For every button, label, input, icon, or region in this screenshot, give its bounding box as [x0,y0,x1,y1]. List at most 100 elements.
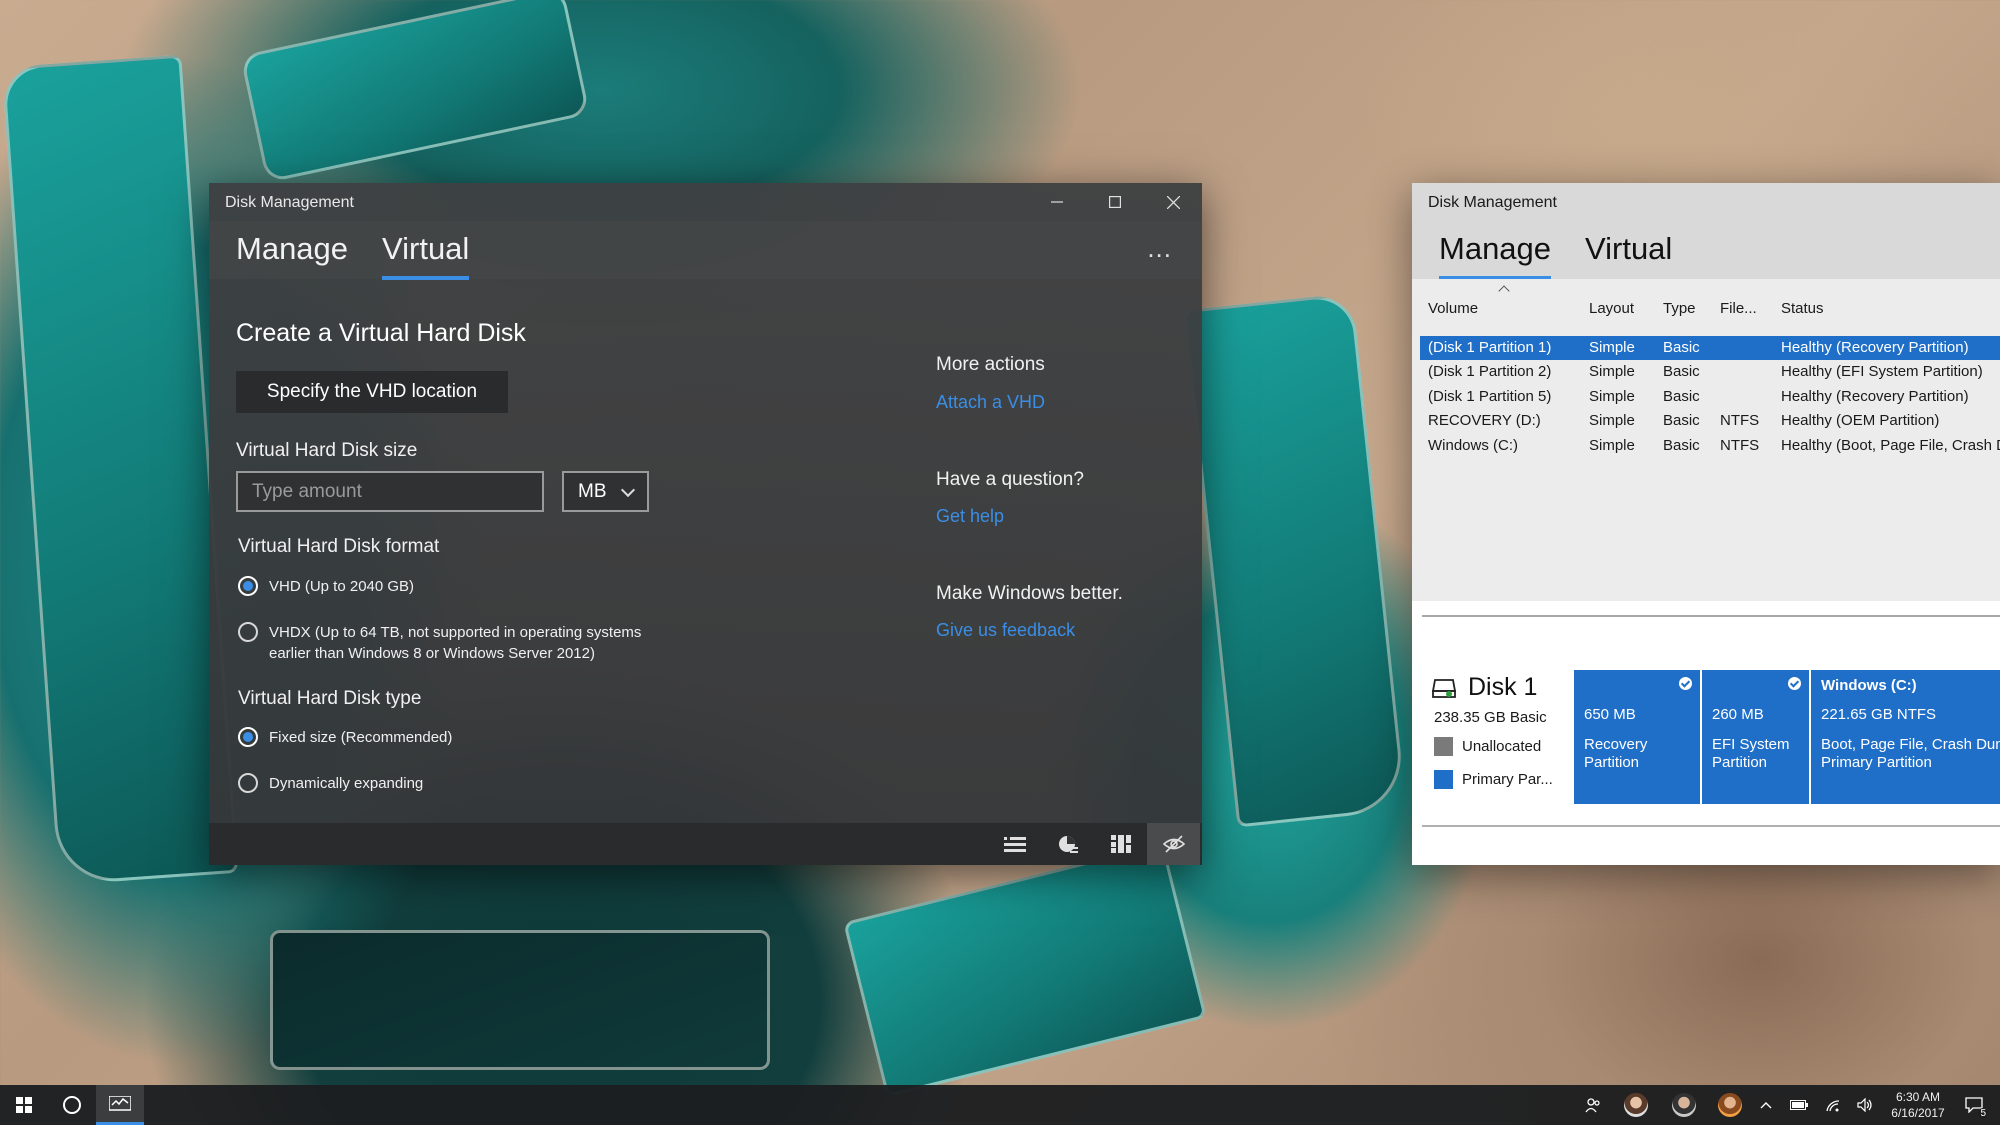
people-button[interactable] [1578,1085,1608,1125]
tab-virtual[interactable]: Virtual [382,231,470,280]
contact-avatar-button[interactable] [1668,1085,1700,1125]
partition-block-recovery[interactable]: 650 MB Recovery Partition [1574,670,1700,804]
table-row[interactable]: (Disk 1 Partition 2) Simple Basic Health… [1420,360,2000,384]
pie-chart-view-button[interactable] [1041,823,1094,865]
cell-layout: Simple [1589,339,1635,356]
notification-count-badge: 5 [1978,1108,1988,1119]
partition-desc: Recovery Partition [1584,736,1647,772]
contact-avatar-button[interactable] [1620,1085,1652,1125]
tab-virtual[interactable]: Virtual [1585,231,1672,267]
partition-desc-line1: EFI System [1712,736,1790,753]
cell-volume: RECOVERY (D:) [1428,412,1541,429]
give-feedback-link[interactable]: Give us feedback [936,620,1075,641]
chevron-up-icon [1760,1102,1772,1109]
attach-vhd-link[interactable]: Attach a VHD [936,392,1045,413]
hide-button[interactable] [1147,823,1200,865]
more-options-button[interactable]: ... [1147,233,1172,264]
column-header-layout[interactable]: Layout [1589,300,1634,317]
size-unit-dropdown[interactable]: MB [562,471,649,512]
column-header-volume[interactable]: Volume [1428,300,1478,317]
close-button[interactable] [1144,183,1202,221]
landscape-pond [843,842,1207,1098]
partition-desc-line1: Recovery [1584,736,1648,753]
radio-button-selected[interactable] [238,727,258,747]
speaker-icon [1857,1098,1872,1112]
battery-button[interactable] [1786,1085,1812,1125]
radio-button[interactable] [238,773,258,793]
disk-map: Disk 1 238.35 GB Basic Unallocated Prima… [1412,657,2000,865]
column-header-type[interactable]: Type [1663,300,1696,317]
partition-desc-line2: Partition [1712,754,1768,771]
disk-management-window-dark: Disk Management Manage Virtual ... Creat… [209,183,1202,865]
feedback-heading: Make Windows better. [936,583,1123,604]
landscape-pond [1,54,239,886]
tab-manage[interactable]: Manage [236,231,348,267]
list-view-button[interactable] [988,823,1041,865]
radio-button-selected[interactable] [238,576,258,596]
grid-view-icon [1110,835,1131,853]
option-label: VHDX (Up to 64 TB, not supported in oper… [269,622,641,664]
cell-status: Healthy (Recovery Partition) [1781,339,1969,356]
minimize-button[interactable] [1028,183,1086,221]
legend-label: Primary Par... [1462,771,1553,788]
wifi-icon [1826,1100,1840,1112]
clock[interactable]: 6:30 AM 6/16/2017 [1882,1089,1954,1121]
windows-logo-icon [16,1097,32,1113]
grid-view-button[interactable] [1094,823,1147,865]
cell-type: Basic [1663,412,1700,429]
partition-desc: EFI System Partition [1712,736,1790,772]
option-label: VHD (Up to 2040 GB) [269,578,415,595]
cell-type: Basic [1663,388,1700,405]
pane-splitter[interactable] [1422,615,2000,617]
network-button[interactable] [1820,1085,1846,1125]
disk-management-app-icon [109,1095,131,1111]
vhd-size-input[interactable] [236,471,544,512]
option-label: Dynamically expanding [269,775,424,792]
disk-management-taskbar-button[interactable] [96,1085,144,1125]
format-option-vhd[interactable]: VHD (Up to 2040 GB) [238,576,414,597]
show-hidden-icons-button[interactable] [1755,1085,1777,1125]
landscape-pond [240,0,590,183]
table-row[interactable]: (Disk 1 Partition 5) Simple Basic Health… [1420,385,2000,409]
table-row[interactable]: (Disk 1 Partition 1) Simple Basic Health… [1420,336,2000,360]
format-option-vhdx[interactable]: VHDX (Up to 64 TB, not supported in oper… [238,622,641,664]
title-bar: Disk Management [1412,183,2000,221]
legend-label: Unallocated [1462,738,1542,755]
start-button[interactable] [0,1085,48,1125]
cell-layout: Simple [1589,363,1635,380]
partition-block-efi[interactable]: 260 MB EFI System Partition [1702,670,1809,804]
get-help-link[interactable]: Get help [936,506,1004,527]
legend-swatch [1434,737,1453,756]
radio-button[interactable] [238,622,258,642]
partition-block-windows[interactable]: Windows (C:) 221.65 GB NTFS Boot, Page F… [1811,670,2000,804]
option-label: Fixed size (Recommended) [269,729,453,746]
size-unit-value: MB [578,480,607,502]
type-option-dynamic[interactable]: Dynamically expanding [238,773,423,794]
type-option-fixed[interactable]: Fixed size (Recommended) [238,727,452,748]
landscape-pond [270,930,770,1070]
cell-volume: Windows (C:) [1428,437,1519,454]
maximize-button[interactable] [1086,183,1144,221]
cell-status: Healthy (OEM Partition) [1781,412,1940,429]
pie-chart-icon [1058,836,1078,853]
tab-manage[interactable]: Manage [1439,231,1552,280]
cortana-button[interactable] [48,1085,96,1125]
action-center-button[interactable]: 5 [1956,1085,1992,1125]
volume-button[interactable] [1852,1085,1878,1125]
column-header-status[interactable]: Status [1781,300,1824,317]
view-toolbar [209,823,1202,865]
partition-desc: Boot, Page File, Crash Dun Primary Parti… [1821,736,2000,772]
table-row[interactable]: RECOVERY (D:) Simple Basic NTFS Healthy … [1420,409,2000,433]
vhd-size-label: Virtual Hard Disk size [236,440,418,461]
title-bar: Disk Management [209,183,1202,221]
window-title: Disk Management [1428,194,1557,211]
table-row[interactable]: Windows (C:) Simple Basic NTFS Healthy (… [1420,434,2000,458]
tab-label: Manage [1439,231,1552,266]
tab-label: Virtual [382,231,470,266]
maximize-icon [1109,196,1121,208]
contact-avatar-button[interactable] [1714,1085,1746,1125]
disk-size: 238.35 GB Basic [1434,709,1547,726]
column-header-filesystem[interactable]: File... [1720,300,1757,317]
list-view-icon [1003,837,1026,852]
specify-vhd-location-button[interactable]: Specify the VHD location [236,371,508,413]
